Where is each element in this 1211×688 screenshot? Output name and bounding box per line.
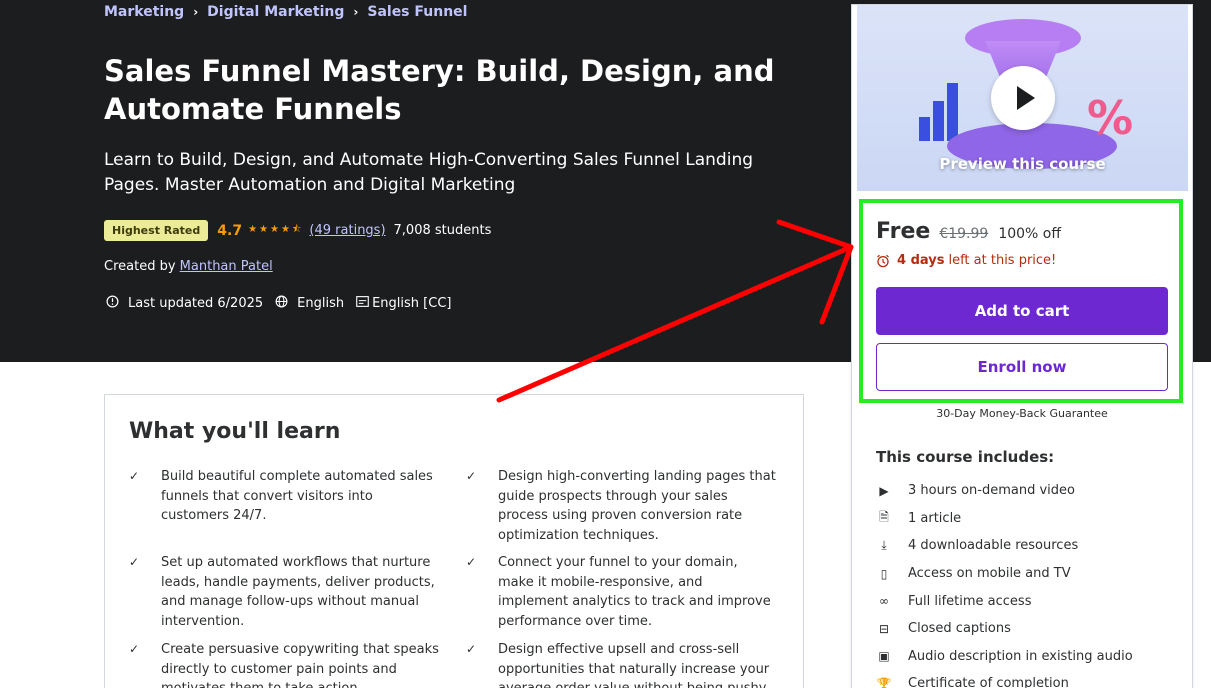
preview-label[interactable]: Preview this course — [857, 155, 1188, 173]
rating-row: Highest Rated 4.7 ★★★★⯪ (49 ratings) 7,0… — [104, 220, 491, 241]
rating-stars-icon: ★★★★⯪ — [248, 224, 304, 235]
learn-item: ✓ Set up automated workflows that nurtur… — [129, 553, 439, 631]
percent-illustration: % — [1087, 91, 1134, 145]
learn-item: ✓ Design effective upsell and cross-sell… — [466, 640, 776, 688]
students-count: 7,008 students — [393, 223, 492, 238]
includes-item: 🏆 Certificate of completion — [876, 670, 1133, 688]
globe-icon — [273, 295, 289, 312]
captions-icon: ⊟ — [878, 621, 890, 636]
breadcrumb-marketing[interactable]: Marketing — [104, 4, 184, 20]
mobile-icon: ▯ — [880, 566, 888, 581]
chart-bar-illustration — [919, 117, 930, 141]
breadcrumb: Marketing › Digital Marketing › Sales Fu… — [104, 4, 467, 20]
video-icon: ▶ — [879, 483, 889, 498]
includes-item: ⊟ Closed captions — [876, 615, 1133, 643]
course-meta: Last updated 6/2025 English English [CC] — [104, 295, 461, 312]
includes-item: ▣ Audio description in existing audio — [876, 643, 1132, 671]
check-icon: ✓ — [466, 555, 477, 569]
check-icon: ✓ — [466, 469, 477, 483]
check-icon: ✓ — [129, 555, 140, 569]
course-preview[interactable]: % Preview this course — [857, 5, 1188, 191]
highest-rated-badge: Highest Rated — [104, 220, 209, 241]
check-icon: ✓ — [129, 642, 140, 656]
download-icon: ⤓ — [881, 538, 887, 553]
trophy-icon: 🏆 — [876, 676, 892, 688]
course-title: Sales Funnel Mastery: Build, Design, and… — [104, 54, 775, 126]
audio-description-icon: ▣ — [878, 649, 890, 664]
chart-bar-illustration — [947, 83, 958, 141]
learn-item: ✓ Design high-converting landing pages t… — [466, 467, 776, 545]
last-updated: Last updated 6/2025 — [128, 296, 264, 311]
includes-item: ⤓ 4 downloadable resources — [876, 532, 1133, 560]
includes-item: ▯ Access on mobile and TV — [876, 560, 1133, 588]
check-icon: ✓ — [466, 642, 477, 656]
ratings-count-link[interactable]: (49 ratings) — [309, 223, 385, 238]
includes-item: ∞ Full lifetime access — [876, 587, 1133, 615]
includes-item: 🗎 1 article — [876, 505, 1133, 533]
learn-title: What you'll learn — [129, 419, 341, 444]
alert-clock-icon — [104, 295, 120, 312]
infinity-icon: ∞ — [879, 594, 889, 609]
instructor-link[interactable]: Manthan Patel — [180, 259, 273, 274]
rating-value: 4.7 — [217, 222, 243, 239]
learn-item: ✓ Connect your funnel to your domain, ma… — [466, 553, 776, 631]
learn-item: ✓ Build beautiful complete automated sal… — [129, 467, 439, 526]
article-icon: 🗎 — [879, 509, 889, 524]
chevron-right-icon: › — [193, 5, 199, 19]
breadcrumb-digital-marketing[interactable]: Digital Marketing — [207, 4, 344, 20]
includes-title: This course includes: — [876, 448, 1055, 466]
course-captions: English [CC] — [372, 296, 452, 311]
course-subtitle: Learn to Build, Design, and Automate Hig… — [104, 150, 754, 195]
course-language: English — [297, 296, 345, 311]
chevron-right-icon: › — [353, 5, 359, 19]
play-icon[interactable] — [991, 66, 1055, 130]
highlight-box — [859, 199, 1183, 403]
what-youll-learn: What you'll learn ✓ Build beautiful comp… — [104, 394, 804, 688]
breadcrumb-sales-funnel[interactable]: Sales Funnel — [367, 4, 467, 20]
created-by-label: Created by — [104, 259, 176, 274]
captions-icon — [354, 296, 370, 311]
chart-bar-illustration — [933, 101, 944, 141]
created-by: Created by Manthan Patel — [104, 259, 273, 274]
includes-item: ▶ 3 hours on-demand video — [876, 477, 1133, 505]
learn-item: ✓ Create persuasive copywriting that spe… — [129, 640, 439, 688]
includes-list: ▶ 3 hours on-demand video 🗎 1 article ⤓ 4 d… — [876, 477, 1133, 688]
money-back-guarantee: 30-Day Money-Back Guarantee — [936, 407, 1108, 420]
check-icon: ✓ — [129, 469, 140, 483]
